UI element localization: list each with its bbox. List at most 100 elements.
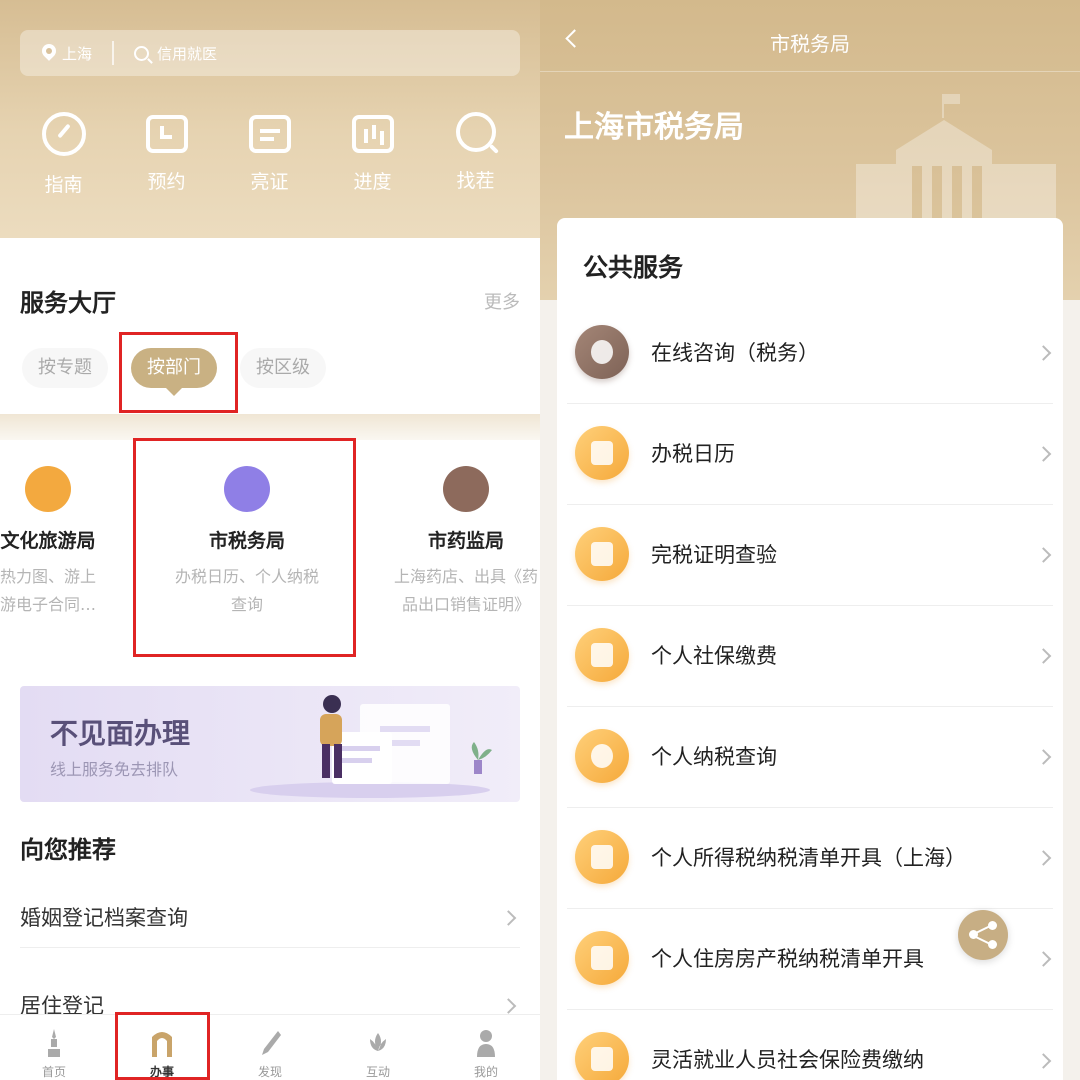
banner-subtitle: 线上服务免去排队 <box>50 760 179 779</box>
service-item[interactable]: 在线咨询（税务） <box>567 303 1053 404</box>
bureau-title: 上海市税务局 <box>564 110 744 145</box>
bar-chart-icon <box>351 115 394 153</box>
chevron-right-icon <box>1035 850 1052 866</box>
location-label: 上海 <box>62 44 93 63</box>
quick-guide[interactable]: 指南 <box>12 112 115 197</box>
service-label: 办税日历 <box>651 442 735 466</box>
social-security-icon <box>575 628 629 682</box>
service-item[interactable]: 个人所得税纳税清单开具（上海） <box>567 808 1053 909</box>
recommend-label: 婚姻登记档案查询 <box>20 906 188 930</box>
medicine-icon <box>443 466 489 512</box>
service-item[interactable]: 完税证明查验 <box>567 505 1053 606</box>
nav-title: 市税务局 <box>770 32 850 56</box>
dept-background <box>0 414 540 440</box>
chip-by-topic[interactable]: 按专题 <box>22 348 108 388</box>
more-link[interactable]: 更多 <box>484 288 520 314</box>
chip-by-district[interactable]: 按区级 <box>240 348 326 388</box>
location-selector[interactable]: 上海 <box>42 43 92 64</box>
chevron-right-icon <box>1035 1052 1052 1069</box>
banner-title: 不见面办理 <box>50 717 191 750</box>
service-item[interactable]: 个人纳税查询 <box>567 707 1053 808</box>
government-building-icon <box>856 94 1056 220</box>
chevron-right-icon <box>1035 951 1052 967</box>
chevron-right-icon <box>1035 749 1052 765</box>
coin-hand-icon <box>575 729 629 783</box>
dept-card-culture-tourism[interactable]: 文化旅游局 热力图、游上 游电子合同… <box>0 440 130 640</box>
palace-icon <box>25 466 71 512</box>
tab-label: 我的 <box>473 1065 498 1079</box>
tab-discover[interactable]: 发现 <box>216 1015 324 1080</box>
service-label: 个人所得税纳税清单开具（上海） <box>651 846 966 870</box>
dept-card-drug-admin[interactable]: 市药监局 上海药店、出具《药 品出口销售证明》 <box>366 440 540 640</box>
tab-label: 发现 <box>257 1065 282 1079</box>
service-item[interactable]: 灵活就业人员社会保险费缴纳 <box>567 1010 1053 1080</box>
share-button[interactable] <box>958 910 1008 960</box>
chevron-right-icon <box>500 998 517 1014</box>
flower-icon <box>370 1033 386 1051</box>
quick-show-id[interactable]: 亮证 <box>218 112 321 197</box>
dept-desc-line1: 热力图、游上 <box>0 567 96 586</box>
gauge-icon <box>41 112 86 156</box>
pagoda-icon <box>48 1029 60 1057</box>
quick-report-issue[interactable]: 找茬 <box>424 112 527 197</box>
highlight-box <box>115 1012 210 1080</box>
service-item[interactable]: 个人社保缴费 <box>567 606 1053 707</box>
quick-label: 找茬 <box>456 170 495 192</box>
id-card-icon <box>248 115 291 153</box>
service-label: 个人社保缴费 <box>651 644 777 668</box>
tab-home[interactable]: 首页 <box>0 1015 108 1080</box>
dept-name: 市药监局 <box>427 530 504 552</box>
quick-progress[interactable]: 进度 <box>321 112 424 197</box>
recommend-title: 向您推荐 <box>20 836 116 864</box>
tab-interact[interactable]: 互动 <box>324 1015 432 1080</box>
tab-label: 互动 <box>365 1065 390 1079</box>
quick-label: 指南 <box>44 174 83 196</box>
person-icon <box>477 1030 495 1057</box>
search-bar[interactable]: 上海 信用就医 <box>20 30 520 76</box>
section-title: 公共服务 <box>583 253 684 282</box>
chevron-right-icon <box>1035 345 1052 361</box>
bottom-tab-bar: 首页 办事 发现 互动 我的 <box>0 1014 540 1080</box>
quick-label: 亮证 <box>250 171 289 193</box>
service-label: 个人纳税查询 <box>651 745 777 769</box>
dept-name: 文化旅游局 <box>0 530 96 552</box>
quick-label: 预约 <box>147 171 186 193</box>
calendar-icon <box>145 115 188 153</box>
section-title: 服务大厅 <box>20 289 116 317</box>
dept-desc-line2: 游电子合同… <box>0 595 96 614</box>
service-label: 在线咨询（税务） <box>651 341 819 365</box>
nav-bar: 市税务局 <box>540 0 1080 72</box>
search-placeholder[interactable]: 信用就医 <box>157 43 217 64</box>
recommend-item[interactable]: 婚姻登记档案查询 <box>20 888 520 948</box>
illustration-person-icon <box>250 695 492 798</box>
chevron-right-icon <box>1035 648 1052 664</box>
tab-mine[interactable]: 我的 <box>432 1015 540 1080</box>
service-label: 灵活就业人员社会保险费缴纳 <box>651 1048 924 1072</box>
promo-banner[interactable]: 不见面办理 线上服务免去排队 <box>20 686 520 802</box>
dept-desc-line2: 品出口销售证明》 <box>401 595 530 614</box>
chevron-right-icon <box>500 909 517 926</box>
highlight-box <box>119 332 238 413</box>
location-pin-icon <box>42 44 56 62</box>
tax-certificate-icon <box>575 527 629 581</box>
service-label: 个人住房房产税纳税清单开具 <box>651 947 924 971</box>
service-label: 完税证明查验 <box>651 543 777 567</box>
property-tax-icon <box>575 931 629 985</box>
pen-icon <box>262 1031 281 1055</box>
support-agent-icon <box>575 325 629 379</box>
highlight-box <box>133 438 356 657</box>
quick-label: 进度 <box>353 171 392 193</box>
dept-desc-line1: 上海药店、出具《药 <box>393 567 538 586</box>
divider <box>112 41 115 65</box>
search-icon <box>134 45 150 61</box>
quick-appointment[interactable]: 预约 <box>115 112 218 197</box>
tax-list-icon <box>575 830 629 884</box>
header-banner: 上海 信用就医 指南 预约 亮证 进度 找茬 <box>0 0 540 238</box>
left-screen: 上海 信用就医 指南 预约 亮证 进度 找茬 服务大厅 更多 按专题 按部门 按… <box>0 0 540 1080</box>
search-icon <box>455 112 496 152</box>
service-item[interactable]: 办税日历 <box>567 404 1053 505</box>
chevron-right-icon <box>1035 446 1052 462</box>
quick-actions: 指南 预约 亮证 进度 找茬 <box>0 112 540 197</box>
insurance-icon <box>575 1032 629 1080</box>
tab-label: 首页 <box>41 1065 66 1079</box>
